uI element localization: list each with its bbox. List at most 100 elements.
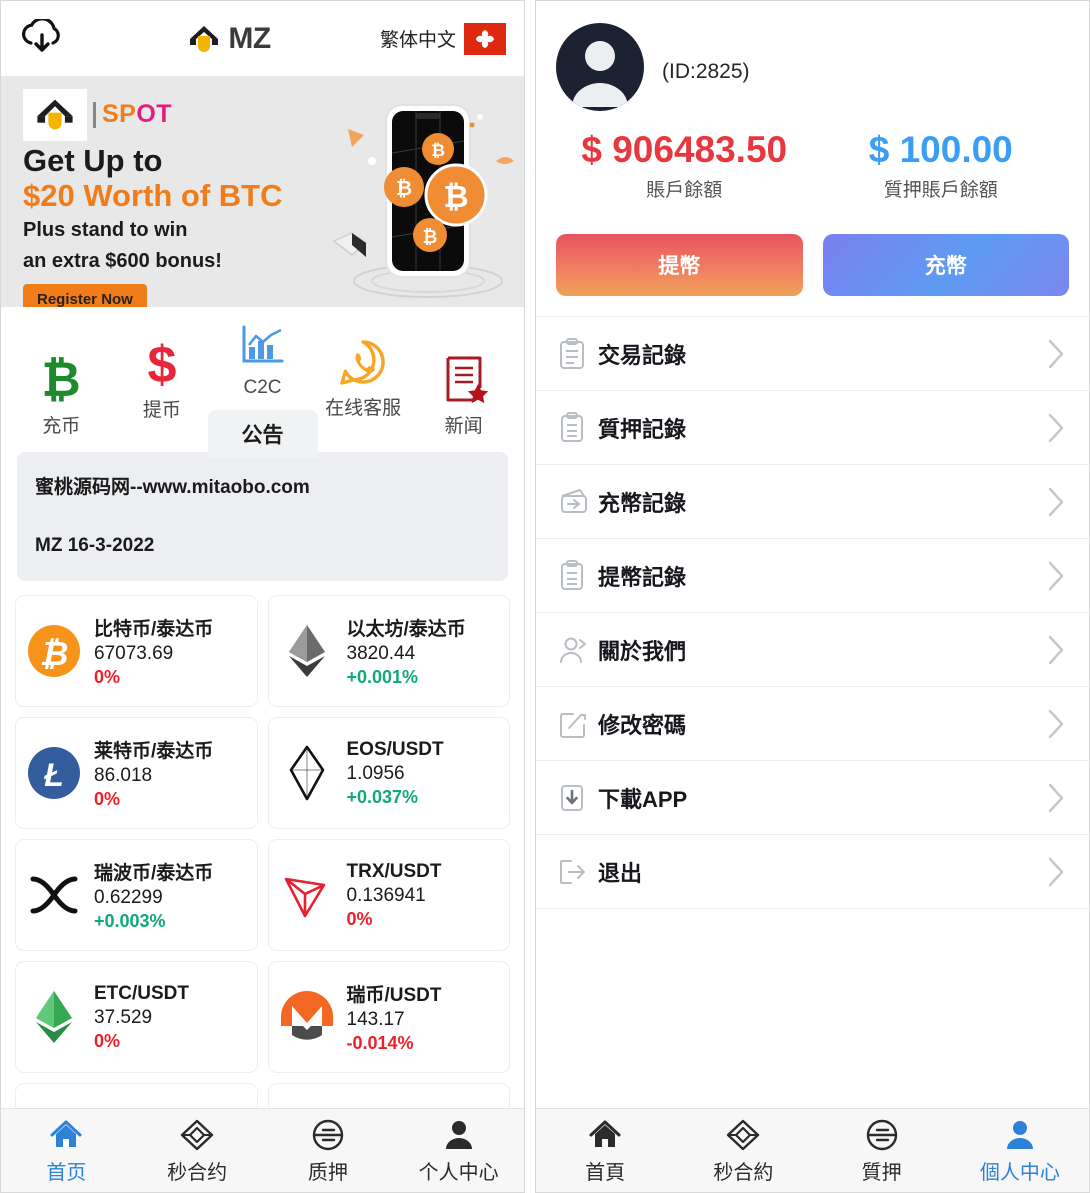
- nav-tab-label: 秒合约: [132, 1156, 263, 1185]
- nav-tab-label: 首页: [1, 1156, 132, 1185]
- nav-tab-home[interactable]: 首页: [1, 1116, 132, 1185]
- left-bottom-navigation: 首页 秒合约 质押 个人中心: [1, 1108, 524, 1192]
- person-outline-icon: [558, 635, 598, 665]
- chevron-right-icon: [1045, 781, 1067, 815]
- nav-tab-stake[interactable]: 質押: [813, 1116, 951, 1185]
- spot-logo-icon: [23, 89, 87, 141]
- quick-action-deposit[interactable]: ₿ 充币: [13, 351, 109, 438]
- dual-phone-screenshot: MZ 繁体中文: [0, 0, 1090, 1193]
- nav-tab-label: 质押: [263, 1156, 394, 1185]
- withdraw-button[interactable]: 提幣: [556, 234, 803, 296]
- nav-tab-label: 秒合約: [674, 1156, 812, 1185]
- announcement-tab[interactable]: 公告: [208, 410, 318, 458]
- promo-banner[interactable]: SPOT Get Up to $20 Worth of BTC Plus sta…: [1, 77, 524, 307]
- market-price: 0.62299: [94, 887, 213, 909]
- eos-coin-icon: [279, 745, 335, 801]
- register-now-button[interactable]: Register Now: [23, 284, 147, 307]
- chevron-right-icon: [1045, 337, 1067, 371]
- market-card[interactable]: TRX/USDT 0.136941 0%: [268, 839, 511, 951]
- user-avatar-icon[interactable]: [556, 23, 644, 111]
- announcement-box: 蜜桃源码网--www.mitaobo.com MZ 16-3-2022: [17, 452, 508, 581]
- market-card[interactable]: Ł 莱特币/泰达币 86.018 0%: [15, 717, 258, 829]
- mz-logo-icon: [184, 19, 224, 59]
- deposit-button[interactable]: 充幣: [823, 234, 1070, 296]
- nav-tab-contract[interactable]: 秒合約: [674, 1116, 812, 1185]
- banner-artwork: ₿ ₿ ₿ ₿: [320, 83, 520, 303]
- svg-text:₿: ₿: [423, 227, 438, 247]
- left-phone-home-screen: MZ 繁体中文: [0, 0, 525, 1193]
- menu-item-trade-records[interactable]: 交易記錄: [536, 317, 1089, 391]
- quick-action-withdraw[interactable]: $ 提币: [114, 335, 210, 422]
- market-price: 1.0956: [347, 763, 444, 785]
- quick-action-label: 新闻: [416, 411, 512, 438]
- market-price: 143.17: [347, 1009, 442, 1031]
- market-card[interactable]: 以太坊/泰达币 3820.44 +0.001%: [268, 595, 511, 707]
- quick-action-c2c[interactable]: C2C: [214, 317, 310, 399]
- nav-tab-home[interactable]: 首頁: [536, 1116, 674, 1185]
- contract-icon: [674, 1116, 812, 1154]
- menu-item-download-app[interactable]: 下載APP: [536, 761, 1089, 835]
- stake-balance: $ 100.00 質押賬戶餘額: [813, 129, 1070, 202]
- menu-item-label: 關於我們: [598, 634, 1045, 666]
- banner-subline-1: Plus stand to win: [23, 217, 343, 243]
- person-icon: [393, 1116, 524, 1154]
- menu-item-label: 修改密碼: [598, 708, 1045, 740]
- right-bottom-navigation: 首頁 秒合約 質押 個人中心: [536, 1108, 1089, 1192]
- nav-tab-profile[interactable]: 个人中心: [393, 1116, 524, 1185]
- menu-item-about-us[interactable]: 關於我們: [536, 613, 1089, 687]
- left-header: MZ 繁体中文: [1, 1, 524, 77]
- banner-subline-2: an extra $600 bonus!: [23, 248, 343, 274]
- market-card[interactable]: ETC/USDT 37.529 0%: [15, 961, 258, 1073]
- nav-tab-stake[interactable]: 质押: [263, 1116, 394, 1185]
- nav-tab-label: 首頁: [536, 1156, 674, 1185]
- balance-amount: $ 906483.50: [556, 129, 813, 171]
- menu-item-withdraw-records[interactable]: 提幣記錄: [536, 539, 1089, 613]
- quick-action-news[interactable]: 新闻: [416, 351, 512, 438]
- bar-chart-icon: [214, 317, 310, 375]
- home-icon: [1, 1116, 132, 1154]
- nav-tab-label: 個人中心: [951, 1156, 1089, 1185]
- account-balance: $ 906483.50 賬戶餘額: [556, 129, 813, 202]
- nav-tab-contract[interactable]: 秒合约: [132, 1116, 263, 1185]
- menu-item-label: 提幣記錄: [598, 560, 1045, 592]
- etc-coin-icon: [26, 989, 82, 1045]
- market-card[interactable]: 瑞波币/泰达币 0.62299 +0.003%: [15, 839, 258, 951]
- menu-item-deposit-records[interactable]: 充幣記錄: [536, 465, 1089, 539]
- market-row: ETC/USDT 37.529 0% 瑞币/USDT 143.17 -0.014…: [15, 961, 510, 1073]
- menu-item-stake-records[interactable]: 質押記錄: [536, 391, 1089, 465]
- brand-logo: MZ: [75, 19, 380, 59]
- market-price: 67073.69: [94, 643, 213, 665]
- quick-action-support[interactable]: 在线客服: [315, 333, 411, 420]
- cloud-download-icon[interactable]: [19, 19, 75, 59]
- bitcoin-icon: ₿: [13, 351, 109, 409]
- market-name: 以太坊/泰达币: [347, 619, 466, 640]
- clipboard-lines-icon: [558, 560, 598, 592]
- market-card[interactable]: ₿ 比特币/泰达币 67073.69 0%: [15, 595, 258, 707]
- nav-tab-profile[interactable]: 個人中心: [951, 1116, 1089, 1185]
- bitcoin-coin-icon: ₿: [26, 623, 82, 679]
- market-name: 瑞币/USDT: [347, 985, 442, 1006]
- brand-name: MZ: [228, 22, 270, 56]
- edit-square-icon: [558, 709, 598, 739]
- menu-item-logout[interactable]: 退出: [536, 835, 1089, 909]
- market-price: 37.529: [94, 1007, 189, 1029]
- market-name: ETC/USDT: [94, 983, 189, 1004]
- market-card[interactable]: EOS/USDT 1.0956 +0.037%: [268, 717, 511, 829]
- home-icon: [536, 1116, 674, 1154]
- market-change: 0%: [347, 909, 442, 930]
- dollar-icon: $: [114, 335, 210, 393]
- market-change: +0.037%: [347, 787, 444, 808]
- menu-item-change-password[interactable]: 修改密碼: [536, 687, 1089, 761]
- language-switcher[interactable]: 繁体中文: [380, 23, 506, 55]
- market-row: Ł 莱特币/泰达币 86.018 0% EOS/USDT 1.0956: [15, 717, 510, 829]
- wallet-in-icon: [558, 487, 598, 517]
- menu-item-label: 退出: [598, 856, 1045, 888]
- svg-text:₿: ₿: [42, 354, 81, 406]
- news-document-icon: [416, 351, 512, 409]
- svg-text:₿: ₿: [396, 178, 412, 200]
- market-card[interactable]: 瑞币/USDT 143.17 -0.014%: [268, 961, 511, 1073]
- quick-action-label: 在线客服: [315, 393, 411, 420]
- market-list: ₿ 比特币/泰达币 67073.69 0% 以太坊/泰达币 3820.44: [1, 581, 524, 1193]
- menu-item-label: 下載APP: [598, 782, 1045, 814]
- svg-text:Ł: Ł: [43, 757, 64, 793]
